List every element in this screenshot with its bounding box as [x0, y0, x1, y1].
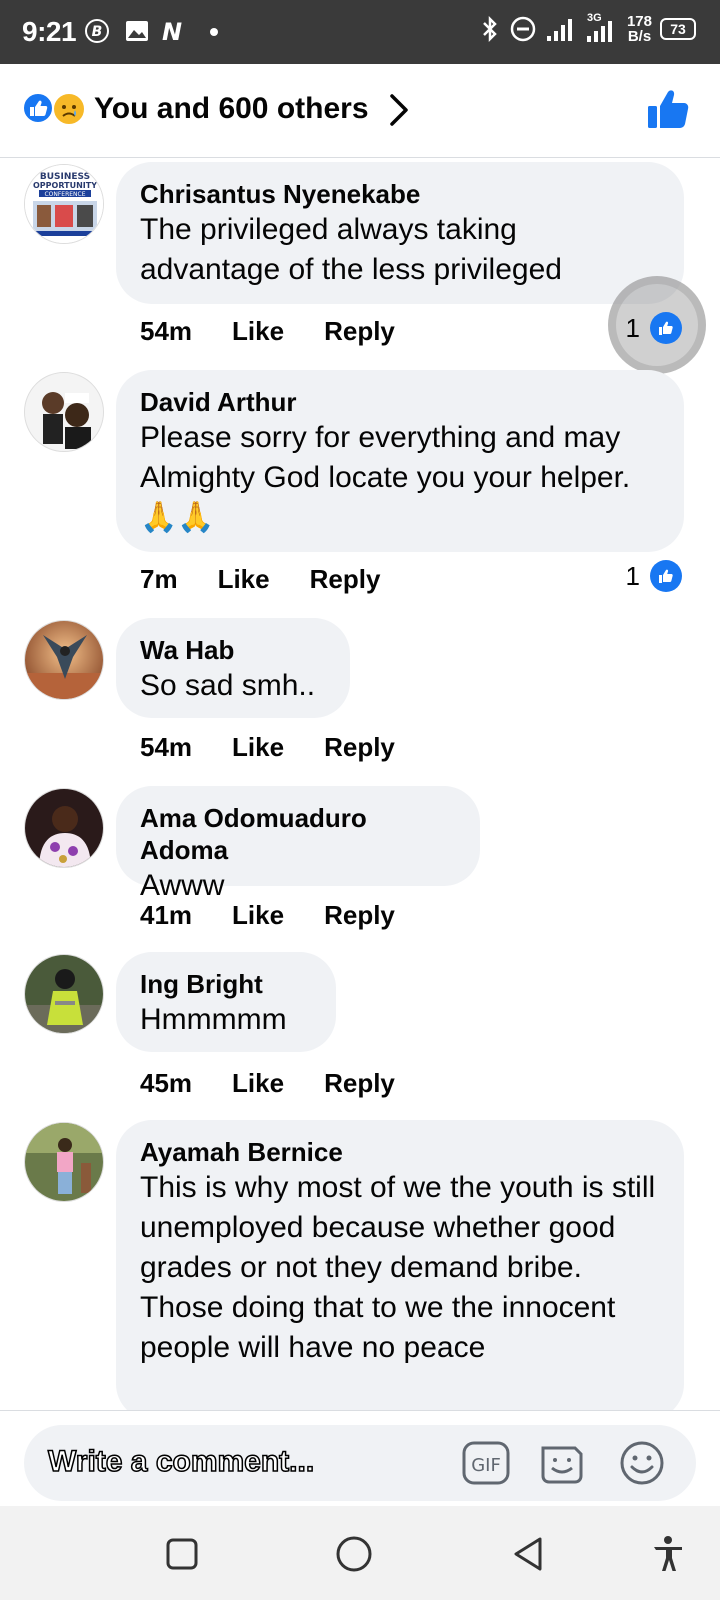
chevron-right-icon[interactable] [384, 90, 414, 130]
image-icon [126, 21, 148, 41]
avatar[interactable] [24, 788, 104, 868]
n-app-icon: N [162, 18, 182, 44]
comment-text: The privileged always taking advantage o… [140, 213, 562, 286]
comment-placeholder[interactable]: Write a comment... [47, 1444, 315, 1479]
circle-icon [336, 1536, 372, 1572]
battery-icon: 73 [660, 18, 696, 40]
comment-author[interactable]: Ing Bright [140, 968, 312, 1000]
reaction-count-value: 1 [625, 312, 640, 343]
notification-dot [210, 28, 218, 36]
net-speed-value: 178 [626, 13, 652, 30]
comment-author[interactable]: Ama Odomuaduro Adoma [140, 802, 456, 866]
avatar[interactable] [24, 954, 104, 1034]
bluetooth-icon [483, 15, 497, 43]
accessibility-icon [654, 1536, 682, 1571]
comment-bubble[interactable]: Wa Hab So sad smh.. [116, 618, 350, 718]
svg-text:N: N [162, 18, 182, 44]
like-button[interactable]: Like [232, 900, 284, 931]
comment-text: Hmmmmm [140, 1003, 287, 1036]
emoji-button[interactable] [616, 1437, 668, 1489]
like-button[interactable]: Like [232, 1068, 284, 1099]
reactions-summary[interactable]: You and 600 others [94, 92, 369, 126]
gif-button[interactable]: GIF [460, 1437, 512, 1489]
sticker-icon [541, 1446, 583, 1484]
comment-actions: 7m Like Reply [140, 564, 380, 595]
reply-button[interactable]: Reply [324, 900, 395, 931]
battery-level: 73 [670, 21, 686, 37]
like-badge-icon [650, 312, 682, 344]
comment-text: So sad smh.. [140, 669, 316, 702]
reply-button[interactable]: Reply [324, 316, 395, 347]
comment-input[interactable]: Write a comment... GIF [24, 1425, 696, 1501]
comment-author[interactable]: David Arthur [140, 386, 660, 418]
comment-author[interactable]: Ayamah Bernice [140, 1136, 660, 1168]
comments-sheet: You and 600 others BUSINESS OPPORTUNITY … [0, 64, 720, 1410]
home-button[interactable] [334, 1534, 374, 1574]
comment-actions: 45m Like Reply [140, 1068, 395, 1099]
reply-button[interactable]: Reply [324, 1068, 395, 1099]
avatar[interactable] [24, 620, 104, 700]
comment-text: Please sorry for everything and may Almi… [140, 421, 631, 534]
avatar[interactable] [24, 372, 104, 452]
net-speed: 178 B/s [627, 14, 652, 44]
reaction-count-value: 1 [625, 560, 640, 591]
composer-bar: Write a comment... GIF [0, 1410, 720, 1506]
svg-text:B: B [92, 24, 103, 40]
signal-icon [546, 19, 572, 41]
comment-reaction-count[interactable]: 1 [626, 560, 682, 592]
gif-label: GIF [471, 1455, 501, 1476]
like-button[interactable]: Like [218, 564, 270, 595]
comment-actions: 41m Like Reply [140, 900, 395, 931]
comment-time: 54m [140, 316, 193, 346]
comment-reaction-count[interactable]: 1 [626, 312, 682, 344]
status-bar: 9:21 B N 3G 178 B/s 73 [0, 0, 720, 64]
signal-icon-2 [586, 21, 612, 42]
status-time: 9:21 [22, 16, 77, 47]
like-badge-icon [650, 560, 682, 592]
sticker-button[interactable] [536, 1437, 588, 1489]
comment-bubble[interactable]: Ayamah Bernice This is why most of we th… [116, 1120, 684, 1410]
navigation-bar [0, 1506, 720, 1600]
logo-text-3: CONFERENCE [44, 191, 85, 198]
status-right-group: 3G 178 B/s 73 [479, 12, 696, 44]
b-app-icon: B [85, 19, 109, 43]
emoji-icon [620, 1441, 664, 1485]
comment-time: 45m [140, 1068, 193, 1098]
logo-text-2: OPPORTUNITY [33, 181, 97, 190]
back-triangle-icon [514, 1537, 542, 1571]
comment-bubble[interactable]: Ing Bright Hmmmmm [116, 952, 336, 1052]
reply-button[interactable]: Reply [310, 564, 381, 595]
comment-actions: 54m Like Reply [140, 732, 395, 763]
signal-3g: 3G [583, 12, 619, 44]
avatar[interactable] [24, 1122, 104, 1202]
comment-author[interactable]: Chrisantus Nyenekabe [140, 178, 660, 210]
comment-time: 54m [140, 732, 193, 762]
like-button[interactable]: Like [232, 732, 284, 763]
dnd-icon [510, 16, 536, 42]
comment-actions: 54m Like Reply [140, 316, 395, 347]
like-post-button[interactable] [646, 88, 690, 132]
comment-time: 41m [140, 900, 193, 930]
reactions-header[interactable]: You and 600 others [0, 64, 720, 158]
comment-bubble[interactable]: Chrisantus Nyenekabe The privileged alwa… [116, 162, 684, 304]
comment-text: This is why most of we the youth is stil… [140, 1171, 656, 1364]
back-button[interactable] [508, 1534, 548, 1574]
net-speed-unit: B/s [627, 28, 652, 45]
accessibility-button[interactable] [648, 1534, 688, 1574]
comment-time: 7m [140, 564, 178, 594]
comment-bubble[interactable]: David Arthur Please sorry for everything… [116, 370, 684, 552]
comment-bubble[interactable]: Ama Odomuaduro Adoma Awww [116, 786, 480, 902]
sad-reaction-icon [52, 92, 86, 126]
comment-author[interactable]: Wa Hab [140, 634, 326, 666]
like-reaction-icon [22, 92, 54, 124]
recent-apps-button[interactable] [162, 1534, 202, 1574]
like-button[interactable]: Like [232, 316, 284, 347]
square-icon [166, 1538, 198, 1570]
reply-button[interactable]: Reply [324, 732, 395, 763]
avatar[interactable]: BUSINESS OPPORTUNITY CONFERENCE [24, 164, 104, 244]
